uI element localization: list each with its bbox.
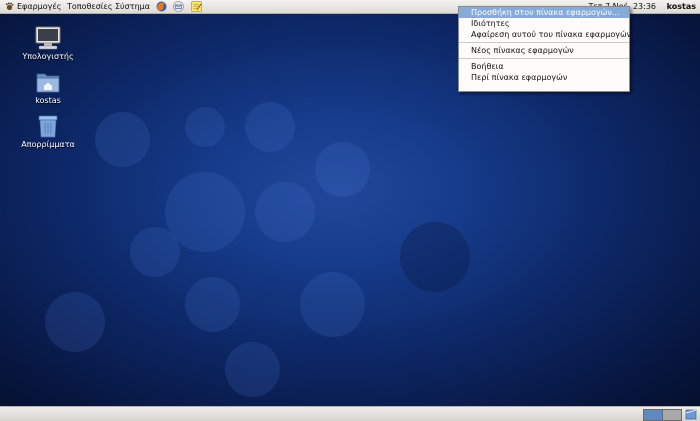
desktop-icon-home[interactable]: kostas — [18, 70, 78, 105]
menu-applications[interactable]: Εφαρμογές — [2, 0, 64, 13]
home-folder-icon — [34, 70, 62, 94]
workspace-2[interactable] — [662, 409, 682, 421]
menu-item-add-to-panel[interactable]: Προσθήκη στον πίνακα εφαρμογών... — [459, 7, 629, 18]
workspace-1[interactable] — [643, 409, 663, 421]
menu-places-label: Τοποθεσίες — [67, 2, 113, 11]
menu-separator — [459, 42, 629, 43]
desktop-icon-label: kostas — [35, 96, 61, 105]
firefox-icon[interactable] — [156, 1, 167, 12]
trash-icon — [34, 114, 62, 138]
menu-item-new-panel[interactable]: Νέος πίνακας εφαρμογών — [459, 45, 629, 56]
panel-context-menu: Προσθήκη στον πίνακα εφαρμογών... Ιδιότη… — [458, 6, 631, 92]
menu-applications-label: Εφαρμογές — [17, 2, 62, 11]
menu-item-remove-panel[interactable]: Αφαίρεση αυτού του πίνακα εφαρμογών — [459, 29, 631, 40]
gnome-foot-icon — [5, 2, 14, 11]
menu-system[interactable]: Σύστημα — [112, 0, 153, 13]
desktop-icon-label: Υπολογιστής — [22, 52, 74, 61]
desktop-icon-trash[interactable]: Απορρίμματα — [18, 114, 78, 149]
computer-icon — [34, 26, 62, 50]
desktop-icon-computer[interactable]: Υπολογιστής — [18, 26, 78, 61]
desktop-icon-label: Απορρίμματα — [21, 140, 75, 149]
user-name[interactable]: kostas — [667, 0, 696, 13]
bottom-panel — [0, 406, 700, 421]
notes-icon[interactable] — [191, 1, 202, 12]
menu-separator — [459, 58, 629, 59]
trash-applet-icon[interactable] — [685, 409, 697, 420]
menu-system-label: Σύστημα — [115, 2, 151, 11]
menu-places[interactable]: Τοποθεσίες — [64, 0, 116, 13]
menu-item-properties[interactable]: Ιδιότητες — [459, 18, 629, 29]
menu-item-help[interactable]: Βοήθεια — [459, 61, 629, 72]
menu-item-about-panels[interactable]: Περί πίνακα εφαρμογών — [459, 72, 629, 83]
mail-icon[interactable] — [173, 1, 184, 12]
